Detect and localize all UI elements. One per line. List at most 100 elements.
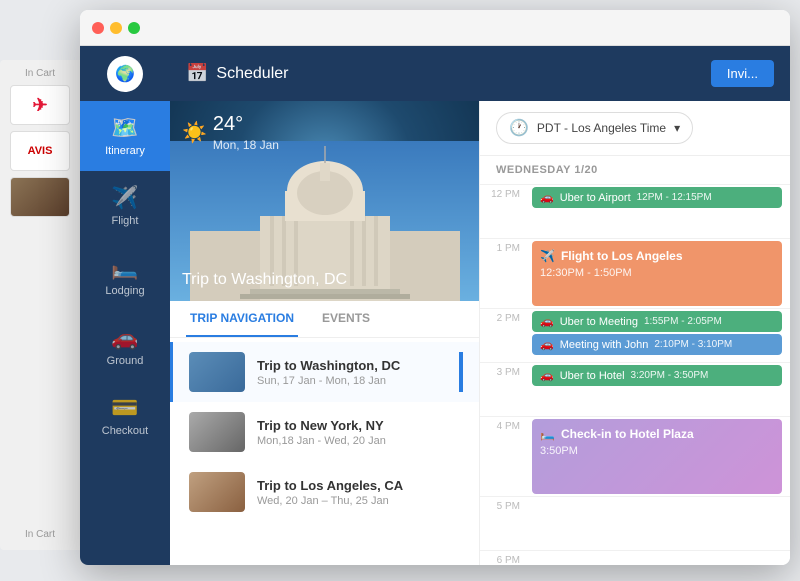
- title-bar: [80, 10, 790, 46]
- maximize-dot[interactable]: [128, 22, 140, 34]
- time-row: 3 PM 🚗 Uber to Hotel 3:20PM - 3:50PM: [480, 362, 790, 416]
- top-bar: 📅 Scheduler Invi...: [170, 46, 790, 101]
- cart-bottom-label: In Cart: [25, 529, 55, 540]
- uber-icon: 🚗: [540, 315, 554, 328]
- clock-icon: 🕐: [509, 118, 529, 138]
- tabs-bar: TRIP NAVIGATION EVENTS: [170, 301, 479, 338]
- trip-name: Trip to Los Angeles, CA: [257, 478, 463, 493]
- event-title: Check-in to Hotel Plaza: [561, 427, 694, 441]
- left-cart-sidebar: In Cart ✈ AVIS In Cart: [0, 60, 80, 550]
- event-time: 3:50PM: [540, 445, 774, 457]
- app-window: 🌍 🗺️ Itinerary ✈️ Flight 🛏️ Lodging 🚗 Gr…: [80, 10, 790, 565]
- cart-top-label: In Cart: [25, 68, 55, 79]
- time-label: 5 PM: [480, 497, 528, 550]
- scheduler-icon: 📅: [186, 63, 208, 84]
- hero-image: ☀️ 24° Mon, 18 Jan Trip to Washington, D…: [170, 101, 479, 301]
- checkout-icon: 💳: [111, 395, 138, 421]
- trip-info: Trip to Los Angeles, CA Wed, 20 Jan – Th…: [257, 478, 463, 507]
- list-item[interactable]: Trip to Los Angeles, CA Wed, 20 Jan – Th…: [170, 462, 479, 522]
- time-label: 6 PM: [480, 551, 528, 565]
- event-hotel-checkin[interactable]: 🛏️ Check-in to Hotel Plaza 3:50PM: [532, 419, 782, 494]
- event-title: Uber to Meeting: [560, 316, 638, 328]
- cart-hotel-item[interactable]: [10, 177, 70, 217]
- app-title: Scheduler: [216, 65, 288, 83]
- main-content: ☀️ 24° Mon, 18 Jan Trip to Washington, D…: [170, 101, 790, 565]
- sidebar-item-lodging[interactable]: 🛏️ Lodging: [80, 241, 170, 311]
- trip-info: Trip to Washington, DC Sun, 17 Jan - Mon…: [257, 358, 447, 387]
- minimize-dot[interactable]: [110, 22, 122, 34]
- time-events: ✈️ Flight to Los Angeles 12:30PM - 1:50P…: [528, 239, 790, 308]
- event-meeting-john[interactable]: 🚗 Meeting with John 2:10PM - 3:10PM: [532, 334, 782, 355]
- invite-button[interactable]: Invi...: [711, 60, 774, 87]
- trip-dates: Mon,18 Jan - Wed, 20 Jan: [257, 435, 463, 447]
- event-time: 3:20PM - 3:50PM: [631, 370, 709, 381]
- time-events: [528, 551, 790, 565]
- cart-rental-item[interactable]: AVIS: [10, 131, 70, 171]
- time-label: 3 PM: [480, 363, 528, 416]
- airline-logo-icon: ✈: [32, 95, 47, 116]
- sidebar-item-label-ground: Ground: [107, 355, 144, 367]
- trip-dates: Sun, 17 Jan - Mon, 18 Jan: [257, 375, 447, 387]
- event-uber-hotel[interactable]: 🚗 Uber to Hotel 3:20PM - 3:50PM: [532, 365, 782, 386]
- uber-icon: 🚗: [540, 191, 554, 204]
- flight-event-icon: ✈️: [540, 249, 555, 263]
- trip-name: Trip to New York, NY: [257, 418, 463, 433]
- time-label: 1 PM: [480, 239, 528, 308]
- content-area: 📅 Scheduler Invi...: [170, 46, 790, 565]
- timezone-label: PDT - Los Angeles Time: [537, 121, 666, 135]
- trip-list: Trip to Washington, DC Sun, 17 Jan - Mon…: [170, 338, 479, 565]
- time-events: [528, 497, 790, 550]
- time-label: 4 PM: [480, 417, 528, 496]
- event-time: 12PM - 12:15PM: [637, 192, 712, 203]
- sidebar-item-ground[interactable]: 🚗 Ground: [80, 311, 170, 381]
- event-flight-la[interactable]: ✈️ Flight to Los Angeles 12:30PM - 1:50P…: [532, 241, 782, 306]
- flight-icon: ✈️: [111, 185, 138, 211]
- time-row: 2 PM 🚗 Uber to Meeting 1:55PM - 2:05PM 🚗: [480, 308, 790, 362]
- cart-airline-item[interactable]: ✈: [10, 85, 70, 125]
- calendar-body[interactable]: 12 PM 🚗 Uber to Airport 12PM - 12:15PM: [480, 184, 790, 565]
- tab-events[interactable]: EVENTS: [318, 301, 374, 337]
- lodging-icon: 🛏️: [111, 255, 138, 281]
- tab-trip-navigation[interactable]: TRIP NAVIGATION: [186, 301, 298, 337]
- avis-logo: AVIS: [28, 145, 53, 157]
- weather-info: ☀️ 24° Mon, 18 Jan: [182, 113, 279, 152]
- sidebar-item-checkout[interactable]: 💳 Checkout: [80, 381, 170, 451]
- time-row: 4 PM 🛏️ Check-in to Hotel Plaza 3:50PM: [480, 416, 790, 496]
- meeting-icon: 🚗: [540, 338, 554, 351]
- close-dot[interactable]: [92, 22, 104, 34]
- event-title: Meeting with John: [560, 339, 649, 351]
- calendar-header: 🕐 PDT - Los Angeles Time ▾: [480, 101, 790, 156]
- time-row: 5 PM: [480, 496, 790, 550]
- trip-title: Trip to Washington, DC: [182, 271, 347, 289]
- event-time: 1:55PM - 2:05PM: [644, 316, 722, 327]
- event-title: Uber to Airport: [560, 192, 631, 204]
- sidebar-item-label-lodging: Lodging: [105, 285, 144, 297]
- weather-icon: ☀️: [182, 120, 207, 145]
- temperature: 24°: [213, 113, 279, 136]
- time-label: 12 PM: [480, 185, 528, 238]
- left-panel: ☀️ 24° Mon, 18 Jan Trip to Washington, D…: [170, 101, 480, 565]
- time-grid: 12 PM 🚗 Uber to Airport 12PM - 12:15PM: [480, 184, 790, 565]
- timezone-selector[interactable]: 🕐 PDT - Los Angeles Time ▾: [496, 112, 693, 144]
- time-events: 🚗 Uber to Hotel 3:20PM - 3:50PM: [528, 363, 790, 416]
- trip-thumb-ny: [189, 412, 245, 452]
- list-item[interactable]: Trip to Washington, DC Sun, 17 Jan - Mon…: [170, 342, 479, 402]
- chevron-down-icon: ▾: [674, 121, 680, 135]
- hotel-icon: 🛏️: [540, 427, 555, 441]
- trip-thumb-la: [189, 472, 245, 512]
- logo-icon: 🌍: [115, 64, 135, 84]
- time-row: 12 PM 🚗 Uber to Airport 12PM - 12:15PM: [480, 184, 790, 238]
- time-row: 6 PM: [480, 550, 790, 565]
- weather-date: Mon, 18 Jan: [213, 138, 279, 152]
- nav-sidebar: 🌍 🗺️ Itinerary ✈️ Flight 🛏️ Lodging 🚗 Gr…: [80, 46, 170, 565]
- event-title: Flight to Los Angeles: [561, 249, 683, 263]
- sidebar-item-flight[interactable]: ✈️ Flight: [80, 171, 170, 241]
- itinerary-icon: 🗺️: [111, 115, 138, 141]
- time-events: 🚗 Uber to Meeting 1:55PM - 2:05PM 🚗 Meet…: [528, 309, 790, 362]
- event-title: Uber to Hotel: [560, 370, 625, 382]
- trip-name: Trip to Washington, DC: [257, 358, 447, 373]
- event-uber-airport[interactable]: 🚗 Uber to Airport 12PM - 12:15PM: [532, 187, 782, 208]
- list-item[interactable]: Trip to New York, NY Mon,18 Jan - Wed, 2…: [170, 402, 479, 462]
- event-uber-meeting[interactable]: 🚗 Uber to Meeting 1:55PM - 2:05PM: [532, 311, 782, 332]
- sidebar-item-itinerary[interactable]: 🗺️ Itinerary: [80, 101, 170, 171]
